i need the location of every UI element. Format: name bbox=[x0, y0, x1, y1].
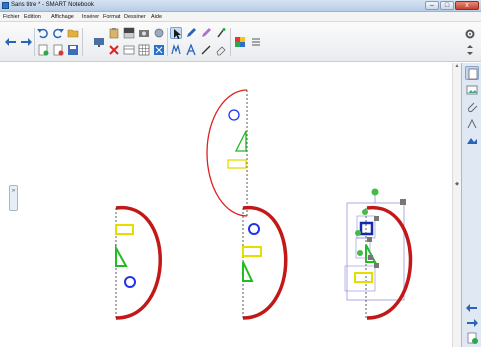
smart-notebook-window: Sans titre * - SMART Notebook – □ x Fich… bbox=[0, 0, 481, 347]
fill-color-icon[interactable] bbox=[234, 36, 246, 48]
minimize-button[interactable]: – bbox=[425, 1, 439, 10]
delete-icon[interactable] bbox=[108, 44, 120, 56]
select-arrow-icon[interactable] bbox=[170, 27, 182, 39]
text-icon[interactable] bbox=[185, 44, 197, 56]
previous-page-icon[interactable] bbox=[465, 301, 479, 315]
delete-page-icon[interactable] bbox=[52, 44, 64, 56]
capture-icon[interactable] bbox=[138, 27, 150, 39]
rotate-handle-small[interactable] bbox=[355, 230, 361, 236]
menu-fichier[interactable]: Fichier bbox=[3, 14, 20, 20]
addons-icon[interactable] bbox=[465, 134, 479, 148]
rotate-handle-small[interactable] bbox=[362, 209, 368, 215]
screen-shade-icon[interactable] bbox=[123, 27, 135, 39]
pen-icon[interactable] bbox=[185, 27, 197, 39]
menu-inserer[interactable]: Insérer bbox=[82, 14, 99, 20]
menu-handle[interactable] bbox=[400, 199, 406, 205]
green-triangle[interactable] bbox=[234, 130, 247, 152]
whiteboard-canvas[interactable] bbox=[0, 63, 452, 347]
menu-edition[interactable]: Edition bbox=[24, 14, 41, 20]
figure-top[interactable] bbox=[206, 89, 248, 217]
properties-icon[interactable] bbox=[250, 36, 262, 48]
yellow-rectangle[interactable] bbox=[242, 246, 262, 257]
toolbar-right-tools bbox=[462, 24, 479, 60]
yellow-rectangle[interactable] bbox=[115, 224, 134, 235]
eraser-icon[interactable] bbox=[215, 44, 227, 56]
scroll-up-icon[interactable]: ▲ bbox=[453, 63, 461, 72]
blue-circle[interactable] bbox=[124, 276, 136, 288]
scroll-handle-icon[interactable]: ◆ bbox=[453, 181, 461, 190]
drawing-layer[interactable] bbox=[0, 63, 452, 347]
camera-icon[interactable] bbox=[153, 27, 165, 39]
red-arc[interactable] bbox=[242, 206, 288, 320]
back-arrow-icon[interactable] bbox=[5, 36, 17, 48]
attachments-icon[interactable] bbox=[465, 100, 479, 114]
blue-circle[interactable] bbox=[228, 109, 240, 121]
gallery-icon[interactable] bbox=[465, 83, 479, 97]
menu-handle-small[interactable] bbox=[367, 237, 372, 242]
close-button[interactable]: x bbox=[455, 1, 479, 10]
menu-format[interactable]: Format bbox=[103, 14, 120, 20]
yellow-rectangle[interactable] bbox=[354, 272, 373, 283]
maximize-button[interactable]: □ bbox=[440, 1, 454, 10]
add-page-icon[interactable] bbox=[465, 331, 479, 345]
fullscreen-icon[interactable] bbox=[153, 44, 165, 56]
paste-icon[interactable] bbox=[108, 27, 120, 39]
undo-icon[interactable] bbox=[37, 27, 49, 39]
figure-right-selected[interactable] bbox=[344, 188, 413, 320]
properties-icon[interactable] bbox=[465, 117, 479, 131]
menu-handle-small[interactable] bbox=[374, 263, 379, 268]
green-triangle[interactable] bbox=[242, 261, 254, 282]
open-file-icon[interactable] bbox=[67, 27, 79, 39]
figure-left[interactable] bbox=[115, 206, 162, 320]
red-arc[interactable] bbox=[206, 89, 248, 217]
screen-icon[interactable] bbox=[123, 44, 135, 56]
move-toolbar-icon[interactable] bbox=[464, 44, 476, 56]
green-triangle[interactable] bbox=[115, 244, 128, 267]
window-title: Sans titre * - SMART Notebook bbox=[11, 2, 94, 8]
blue-square[interactable] bbox=[359, 221, 374, 236]
menu-affichage[interactable]: Affichage bbox=[51, 14, 74, 20]
forward-arrow-icon[interactable] bbox=[20, 36, 32, 48]
sidebar-toggle[interactable]: » bbox=[9, 185, 18, 211]
save-icon[interactable] bbox=[67, 44, 79, 56]
add-page-icon[interactable] bbox=[37, 44, 49, 56]
menu-handle-small[interactable] bbox=[368, 255, 373, 260]
highlighter-icon[interactable] bbox=[200, 27, 212, 39]
blue-circle[interactable] bbox=[248, 223, 260, 235]
main-toolbar bbox=[0, 22, 481, 62]
rotate-handle[interactable] bbox=[371, 188, 379, 196]
double-arrow-icon: » bbox=[11, 188, 16, 194]
magic-pen-icon[interactable] bbox=[215, 27, 227, 39]
figure-middle[interactable] bbox=[242, 206, 288, 320]
page-sorter-icon[interactable] bbox=[465, 66, 479, 80]
settings-icon[interactable] bbox=[464, 28, 476, 40]
screen-display-icon[interactable] bbox=[93, 36, 105, 48]
table-icon[interactable] bbox=[138, 44, 150, 56]
vertical-scrollbar[interactable]: ▲ ◆ bbox=[452, 63, 461, 347]
rotate-handle-small[interactable] bbox=[357, 250, 363, 256]
menu-aide[interactable]: Aide bbox=[151, 14, 162, 20]
next-page-icon[interactable] bbox=[465, 316, 479, 330]
line-icon[interactable] bbox=[200, 44, 212, 56]
redo-icon[interactable] bbox=[52, 27, 64, 39]
menu-handle-small[interactable] bbox=[374, 216, 379, 221]
app-icon bbox=[2, 2, 9, 9]
menu-bar: Fichier Edition Affichage Insérer Format… bbox=[0, 12, 481, 22]
right-sidebar bbox=[461, 63, 481, 347]
title-bar: Sans titre * - SMART Notebook – □ x bbox=[0, 0, 481, 12]
menu-dessiner[interactable]: Dessiner bbox=[124, 14, 146, 20]
recognition-pen-icon[interactable] bbox=[170, 44, 182, 56]
yellow-rectangle[interactable] bbox=[227, 159, 247, 169]
